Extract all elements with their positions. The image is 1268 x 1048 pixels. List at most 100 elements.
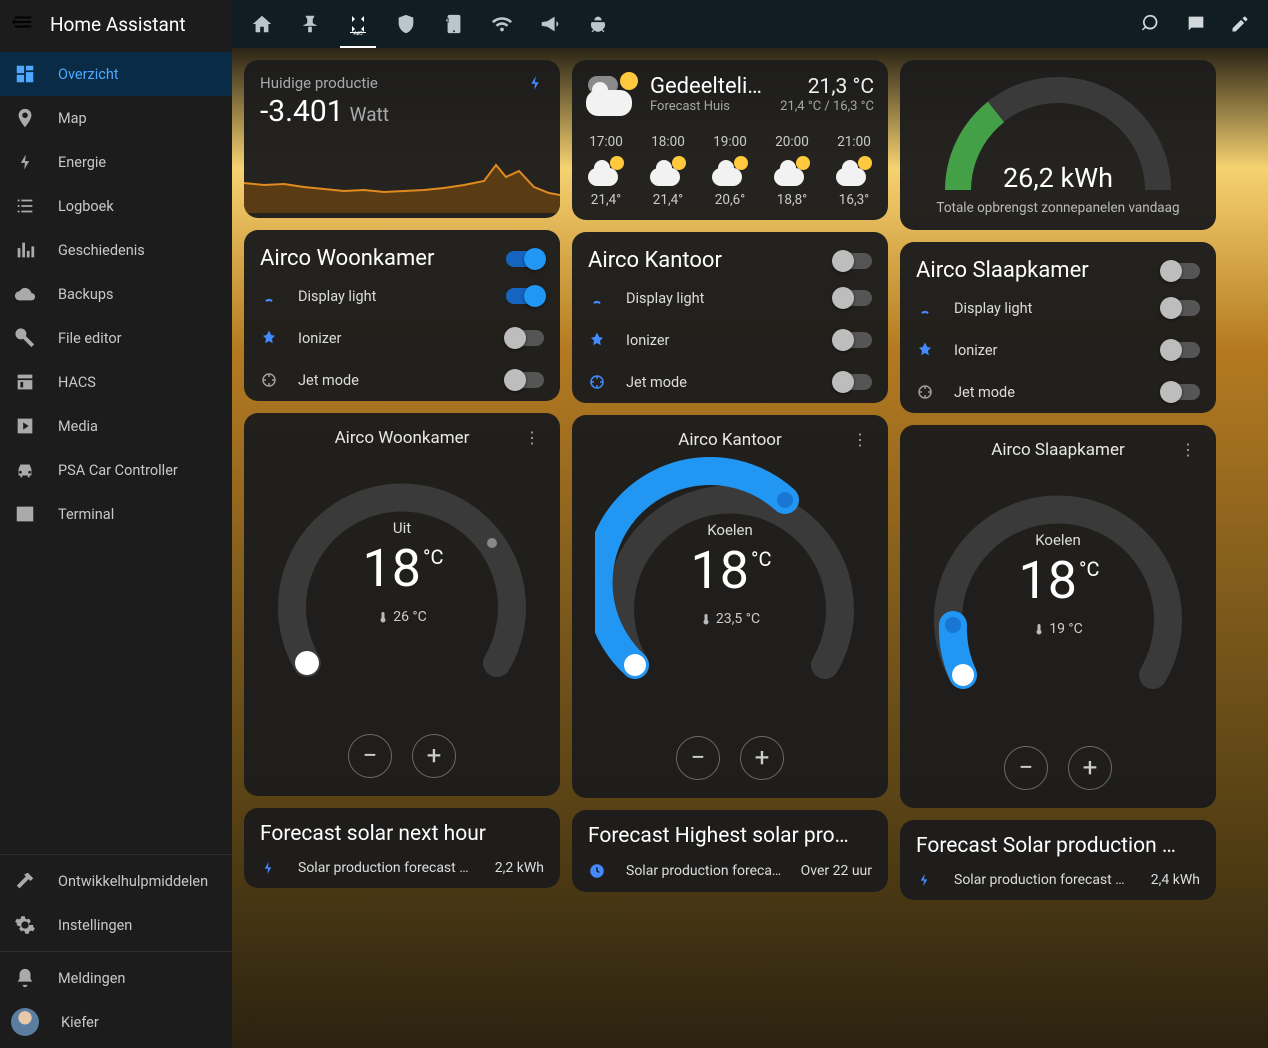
sidebar-item-label: HACS xyxy=(58,374,96,391)
ionizer-toggle[interactable] xyxy=(1162,342,1200,358)
sidebar-item-label: Kiefer xyxy=(61,1014,99,1031)
clock-icon xyxy=(588,862,608,880)
entity-row[interactable]: Solar production foreca… Over 22 uur xyxy=(588,862,872,880)
list-icon xyxy=(14,195,36,217)
weather-icon xyxy=(586,72,638,116)
forecast-slot: 21:00 16,3° xyxy=(836,134,872,208)
entity-label: Display light xyxy=(626,290,816,307)
tab-announce[interactable] xyxy=(526,0,574,48)
sidebar-item-logboek[interactable]: Logboek xyxy=(0,184,232,228)
entity-row[interactable]: Solar production forecast G… 2,2 kWh xyxy=(260,860,544,876)
sidebar-item-devtools[interactable]: Ontwikkelhulpmiddelen xyxy=(0,859,232,903)
sidebar-item-media[interactable]: Media xyxy=(0,404,232,448)
edit-button[interactable] xyxy=(1218,0,1262,48)
display-light-toggle[interactable] xyxy=(506,288,544,304)
card-title: Airco Woonkamer xyxy=(335,428,470,448)
sidebar-item-overzicht[interactable]: Overzicht xyxy=(0,52,232,96)
sidebar-item-label: Meldingen xyxy=(58,970,125,987)
sidebar-item-label: Instellingen xyxy=(58,917,132,934)
display-light-toggle[interactable] xyxy=(1162,300,1200,316)
ionizer-toggle[interactable] xyxy=(834,332,872,348)
entity-label: Display light xyxy=(298,288,488,305)
thermo-setpoint: 18°C xyxy=(691,545,770,597)
sidebar-item-notifications[interactable]: Meldingen xyxy=(0,956,232,1000)
forecast-next-hour-card: Forecast solar next hour Solar productio… xyxy=(244,808,560,888)
weather-name: Gedeelteli… xyxy=(650,74,762,99)
production-card[interactable]: Huidige productie -3.401Watt xyxy=(244,60,560,218)
sidebar-item-hacs[interactable]: HACS xyxy=(0,360,232,404)
sidebar-item-file-editor[interactable]: File editor xyxy=(0,316,232,360)
dashboard-icon xyxy=(14,63,36,85)
sidebar-item-energie[interactable]: Energie xyxy=(0,140,232,184)
temp-up-button[interactable]: + xyxy=(740,736,784,780)
card-title: Airco Woonkamer xyxy=(260,246,434,271)
temp-down-button[interactable]: − xyxy=(1004,746,1048,790)
jet-mode-toggle[interactable] xyxy=(1162,384,1200,400)
tab-wifi[interactable] xyxy=(478,0,526,48)
weather-subtitle: Forecast Huis xyxy=(650,99,762,114)
more-icon[interactable]: ⋮ xyxy=(850,427,870,451)
search-button[interactable] xyxy=(1130,0,1174,48)
ac-slaapkamer-main-toggle[interactable] xyxy=(1162,263,1200,279)
solar-gauge-card[interactable]: 26,2 kWh Totale opbrengst zonnepanelen v… xyxy=(900,60,1216,230)
entity-label: Solar production foreca… xyxy=(626,863,783,879)
thermo-current: 26 °C xyxy=(377,609,427,625)
assist-button[interactable] xyxy=(1174,0,1218,48)
sidebar-item-label: Media xyxy=(58,418,98,435)
more-icon[interactable]: ⋮ xyxy=(522,425,542,449)
entity-label: Ionizer xyxy=(954,342,1144,359)
jet-mode-toggle[interactable] xyxy=(506,372,544,388)
entity-row[interactable]: Solar production forecast G… 2,4 kWh xyxy=(916,872,1200,888)
jet-mode-toggle[interactable] xyxy=(834,374,872,390)
temp-up-button[interactable]: + xyxy=(412,734,456,778)
map-marker-icon xyxy=(14,107,36,129)
entity-label: Jet mode xyxy=(626,374,816,391)
weather-card[interactable]: Gedeelteli… Forecast Huis 21,3 °C 21,4 °… xyxy=(572,60,888,220)
sidebar-nav: Overzicht Map Energie Logboek Geschieden… xyxy=(0,48,232,854)
tab-phone[interactable] xyxy=(430,0,478,48)
sidebar-item-user[interactable]: Kiefer xyxy=(0,1000,232,1044)
sidebar-item-backups[interactable]: Backups xyxy=(0,272,232,316)
sidebar-item-terminal[interactable]: Terminal xyxy=(0,492,232,536)
sidebar-item-label: Backups xyxy=(58,286,113,303)
ac-kantoor-main-toggle[interactable] xyxy=(834,253,872,269)
tab-security[interactable] xyxy=(382,0,430,48)
entity-value: 2,2 kWh xyxy=(495,860,544,876)
forecast-slot: 19:00 20,6° xyxy=(712,134,748,208)
temp-up-button[interactable]: + xyxy=(1068,746,1112,790)
thermo-kantoor-card: Airco Kantoor ⋮ Koelen 18°C 23,5 °C − xyxy=(572,415,888,798)
card-title: Airco Slaapkamer xyxy=(991,440,1124,460)
thermo-current: 19 °C xyxy=(1033,621,1083,637)
temp-down-button[interactable]: − xyxy=(676,736,720,780)
ac-woonkamer-main-toggle[interactable] xyxy=(506,251,544,267)
sidebar-item-label: Map xyxy=(58,110,87,127)
sidebar-item-psa[interactable]: PSA Car Controller xyxy=(0,448,232,492)
sidebar-item-label: Ontwikkelhulpmiddelen xyxy=(58,873,208,890)
ionizer-icon xyxy=(260,329,280,347)
more-icon[interactable]: ⋮ xyxy=(1178,437,1198,461)
ionizer-toggle[interactable] xyxy=(506,330,544,346)
play-box-icon xyxy=(14,415,36,437)
display-light-toggle[interactable] xyxy=(834,290,872,306)
tab-bug[interactable] xyxy=(574,0,622,48)
bolt-icon xyxy=(14,152,36,172)
tab-ac[interactable]: A/C xyxy=(334,0,382,48)
sidebar-item-map[interactable]: Map xyxy=(0,96,232,140)
tab-home[interactable] xyxy=(238,0,286,48)
entity-label: Jet mode xyxy=(954,384,1144,401)
svg-text:A/C: A/C xyxy=(354,31,363,36)
gauge-label: Totale opbrengst zonnepanelen vandaag xyxy=(912,200,1204,216)
jet-mode-icon xyxy=(260,371,280,389)
temp-down-button[interactable]: − xyxy=(348,734,392,778)
sidebar-item-label: Terminal xyxy=(58,506,114,523)
entity-value: Over 22 uur xyxy=(801,863,872,879)
tab-plant[interactable] xyxy=(286,0,334,48)
sidebar-item-geschiedenis[interactable]: Geschiedenis xyxy=(0,228,232,272)
sidebar-item-settings[interactable]: Instellingen xyxy=(0,903,232,947)
cloud-icon xyxy=(14,283,36,305)
production-value: -3.401Watt xyxy=(260,94,389,129)
gear-icon xyxy=(14,914,36,936)
sidebar-footer: Ontwikkelhulpmiddelen Instellingen Meldi… xyxy=(0,854,232,1048)
menu-collapse-icon[interactable] xyxy=(12,11,34,38)
card-title: Airco Kantoor xyxy=(678,430,782,450)
